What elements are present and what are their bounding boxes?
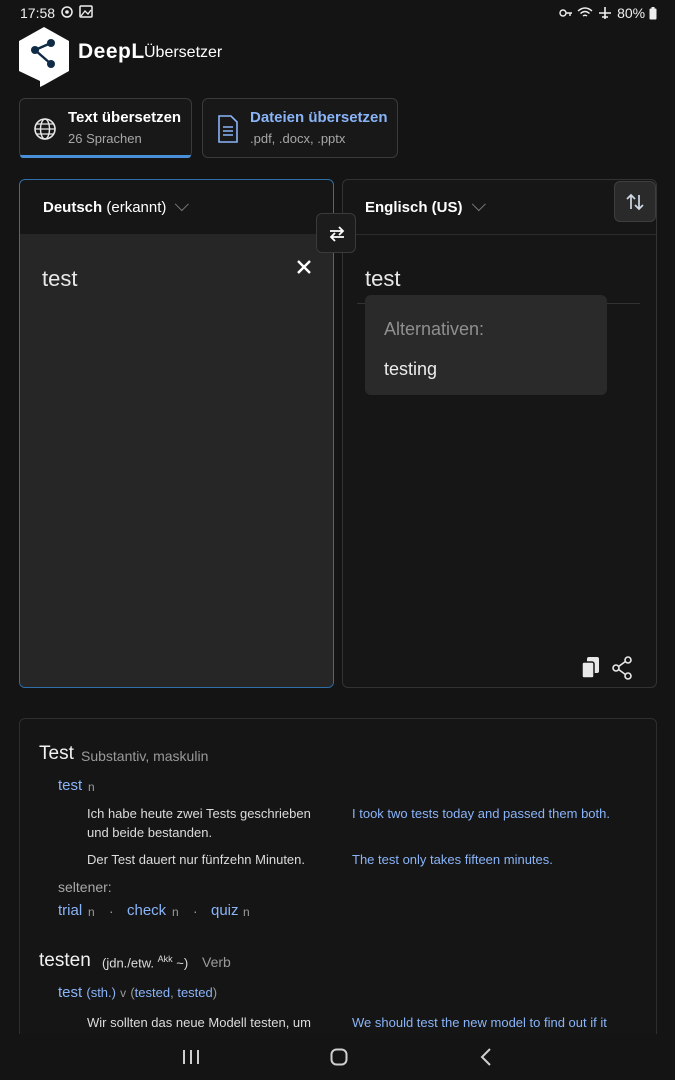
tab-text-sub: 26 Sprachen	[68, 131, 142, 146]
example-en: We should test the new model to find out…	[352, 1015, 607, 1030]
dict-grammar: Substantiv, maskulin	[81, 748, 209, 764]
key-wifi-airplane-icons	[559, 7, 612, 19]
clear-icon[interactable]	[297, 260, 311, 274]
source-text: test	[42, 266, 78, 291]
tab-file-translate[interactable]: Dateien übersetzen .pdf, .docx, .pptx	[202, 98, 398, 158]
dict-pos: n	[88, 780, 95, 794]
forms-close: )	[212, 985, 218, 1000]
rare-pos: n	[88, 905, 95, 919]
active-tab-indicator	[20, 155, 191, 158]
context-text: (jdn./etw.	[102, 955, 155, 971]
brand-subtitle: Übersetzer	[144, 44, 223, 61]
dict-pos: v	[120, 986, 127, 1000]
brand-name: DeepL	[78, 40, 145, 63]
tab-file-sub: .pdf, .docx, .pptx	[250, 131, 346, 146]
alternatives-title: Alternativen:	[384, 319, 485, 339]
dict-translation[interactable]: test	[58, 777, 82, 794]
separator-dot: ·	[193, 903, 198, 919]
dict-object: (sth.)	[86, 985, 116, 1000]
recent-apps-icon[interactable]	[182, 1049, 200, 1065]
verb-form[interactable]: tested	[135, 985, 170, 1000]
chevron-down-icon	[175, 197, 190, 212]
target-language: Englisch (US)	[365, 199, 463, 216]
target-panel: Englisch (US) test	[342, 179, 657, 688]
battery-level: 80%	[617, 5, 646, 21]
example-de: Der Test dauert nur fünfzehn Minuten.	[87, 852, 305, 867]
battery-icon	[649, 7, 657, 20]
dict-grammar: Verb	[202, 954, 231, 970]
dict-headword: Test	[39, 743, 74, 764]
system-nav-bar	[0, 1034, 675, 1080]
status-time: 17:58	[20, 5, 56, 21]
divider	[343, 234, 656, 235]
target-text[interactable]: test	[365, 266, 400, 292]
swap-icon	[329, 226, 345, 242]
back-icon[interactable]	[480, 1048, 492, 1066]
share-icon[interactable]	[611, 656, 633, 680]
alternative-item[interactable]: testing	[384, 359, 437, 380]
source-language-select[interactable]: Deutsch (erkannt)	[43, 197, 190, 216]
dict-translation-line: test (sth.) v (tested, tested)	[58, 984, 218, 1001]
tab-text-translate[interactable]: Text übersetzen 26 Sprachen	[19, 98, 192, 158]
tab-file-title: Dateien übersetzen	[250, 109, 388, 126]
example-en: I took two tests today and passed them b…	[352, 806, 610, 821]
status-right: 80%	[559, 5, 657, 21]
notification-icon	[61, 5, 93, 18]
rare-pos: n	[172, 905, 179, 919]
globe-icon	[34, 118, 56, 140]
context-end: ~)	[176, 955, 189, 971]
source-language: Deutsch	[43, 199, 103, 216]
rare-word[interactable]: trial	[58, 902, 82, 919]
alternatives-popup: Alternativen: testing	[365, 295, 607, 395]
rare-word[interactable]: quiz	[211, 902, 239, 919]
dictionary-panel: Test Substantiv, maskulin test n Ich hab…	[19, 718, 657, 1058]
chevron-down-icon	[471, 197, 486, 212]
dict-context: (jdn./etw. Akk ~)	[102, 954, 188, 970]
source-text-input[interactable]: test	[20, 234, 333, 687]
dict-translation[interactable]: test	[58, 984, 82, 1001]
verb-form[interactable]: tested	[177, 985, 212, 1000]
sort-arrows-icon	[626, 193, 644, 211]
rare-word[interactable]: check	[127, 902, 166, 919]
home-icon[interactable]	[330, 1048, 348, 1066]
case-label: Akk	[157, 954, 173, 964]
example-en: The test only takes fifteen minutes.	[352, 852, 553, 867]
deepl-logo-icon	[18, 26, 70, 88]
target-language-select[interactable]: Englisch (US)	[365, 197, 486, 216]
rare-label: seltener:	[58, 879, 112, 895]
rare-pos: n	[243, 905, 250, 919]
separator-dot: ·	[109, 903, 114, 919]
status-notification-icons	[60, 4, 94, 23]
status-bar: 17:58 80%	[0, 0, 675, 26]
example-de: Wir sollten das neue Modell testen, um	[87, 1015, 311, 1030]
swap-languages-button[interactable]	[316, 213, 356, 253]
document-icon	[218, 115, 238, 143]
copy-icon[interactable]	[581, 656, 601, 680]
dict-headword: testen	[39, 950, 91, 971]
source-panel: Deutsch (erkannt) test	[19, 179, 334, 688]
source-detected: (erkannt)	[106, 199, 167, 216]
tab-text-title: Text übersetzen	[68, 109, 182, 126]
example-de: Ich habe heute zwei Tests geschrieben un…	[87, 806, 311, 840]
layout-toggle-button[interactable]	[614, 181, 656, 222]
